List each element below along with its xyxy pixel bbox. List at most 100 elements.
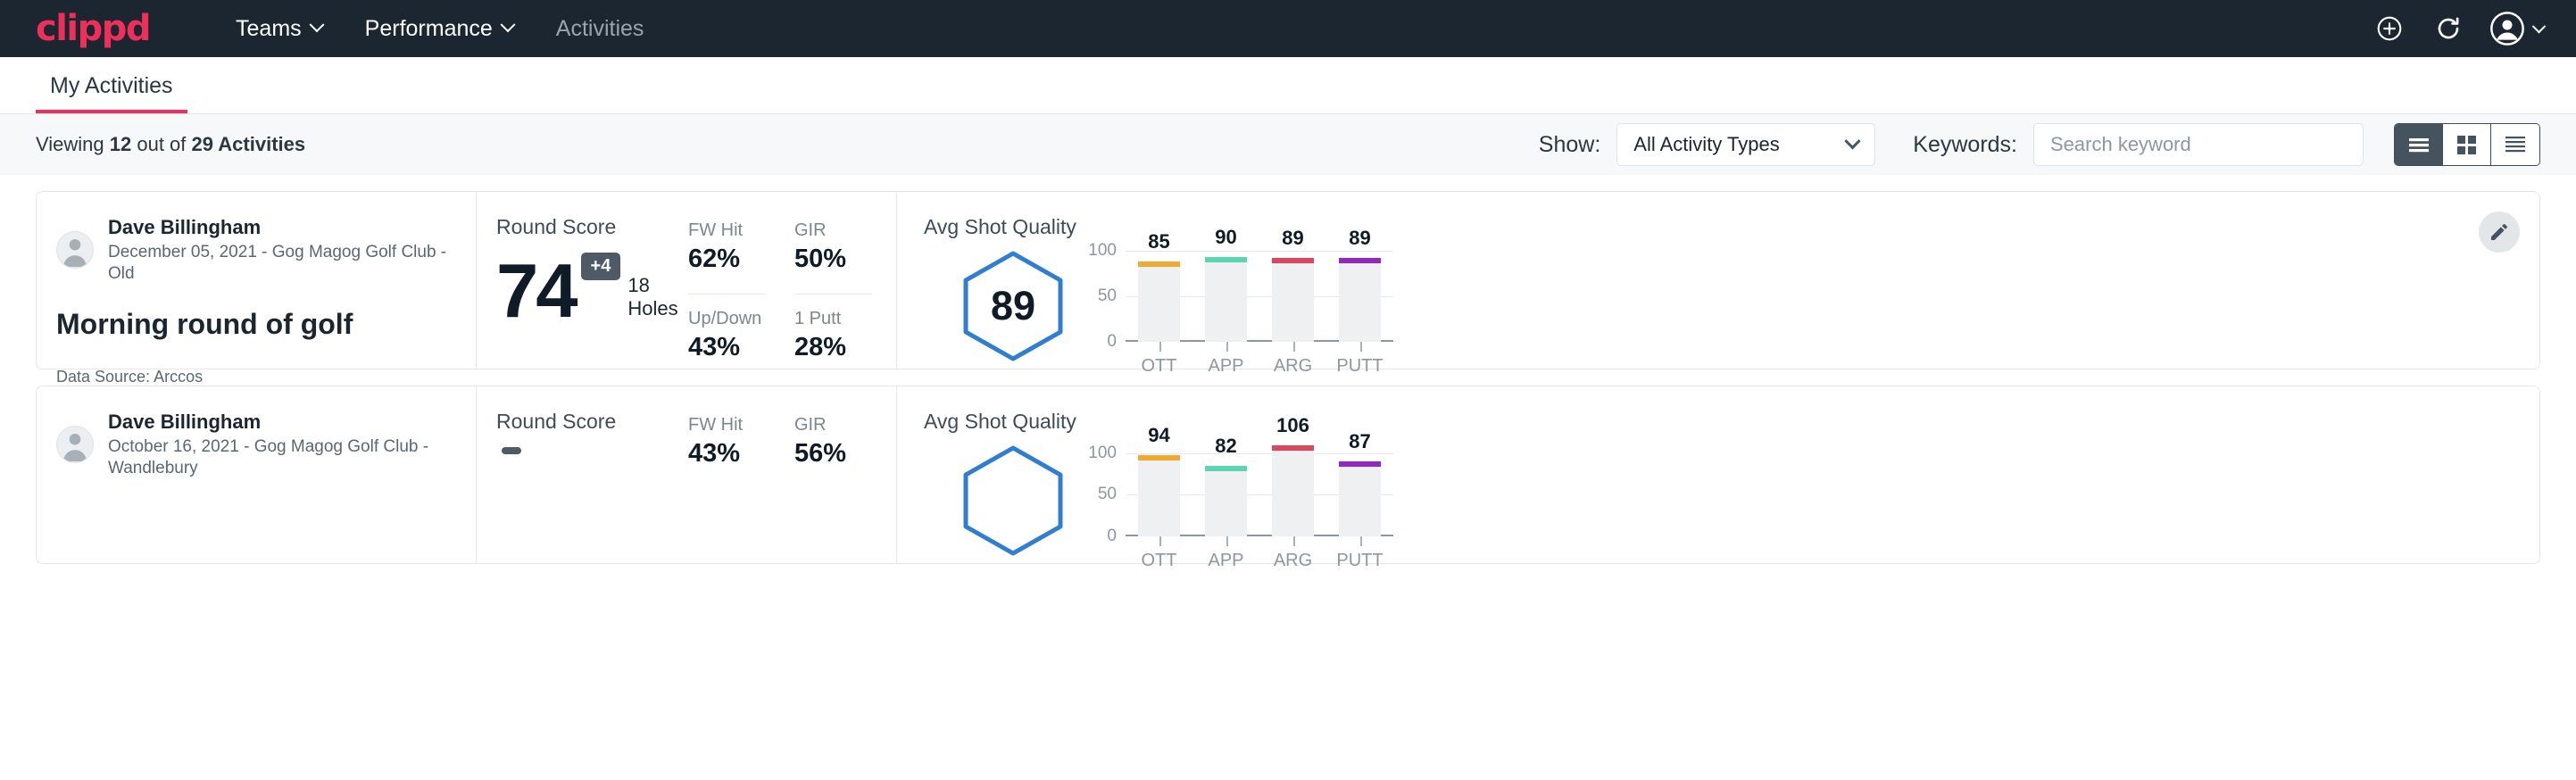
- chart-bar-value-label: 94: [1138, 424, 1180, 447]
- chart-x-tick: [1159, 342, 1161, 352]
- pencil-icon: [2489, 221, 2510, 243]
- chart-bar: [1272, 448, 1314, 535]
- chart-bar-cap: [1272, 258, 1314, 263]
- activity-type-select[interactable]: All Activity Types: [1616, 123, 1875, 166]
- activity-list: Dave Billingham December 05, 2021 - Gog …: [0, 191, 2576, 564]
- score-differential-badge: [502, 447, 521, 454]
- chart-y-tick-label: 100: [1088, 444, 1126, 463]
- chart-x-tick: [1360, 342, 1362, 352]
- stat-up-down-value: 43%: [688, 334, 766, 362]
- chevron-down-icon: [2532, 19, 2547, 33]
- view-toggle-grid[interactable]: [2443, 124, 2491, 165]
- view-toggle-compact[interactable]: [2491, 124, 2539, 165]
- round-score-section: Round Score 74 +4 18 Holes FW Hit 62% GI…: [477, 192, 896, 369]
- chart-bar-cap: [1272, 445, 1314, 451]
- activity-meta: December 05, 2021 - Gog Magog Golf Club …: [108, 242, 476, 286]
- nav-item-activities-label: Activities: [556, 0, 644, 57]
- chart-bar-cap: [1205, 257, 1247, 262]
- chart-bar: [1205, 260, 1247, 342]
- filter-controls: Show: All Activity Types Keywords:: [1539, 123, 2540, 166]
- round-score-label: Round Score: [496, 215, 688, 240]
- chart-x-tick-label: OTT: [1126, 551, 1192, 571]
- chart-bar-value-label: 106: [1272, 414, 1314, 437]
- chart-y-tick-label: 50: [1098, 286, 1126, 306]
- activity-card[interactable]: Dave Billingham December 05, 2021 - Gog …: [36, 191, 2540, 369]
- chart-x-tick-label: APP: [1192, 356, 1259, 377]
- activity-type-select-value: All Activity Types: [1633, 133, 1779, 156]
- stat-fw-hit: FW Hit 43%: [688, 411, 766, 563]
- account-menu[interactable]: [2489, 11, 2544, 46]
- stat-gir: GIR 50%: [794, 217, 872, 281]
- search-field-wrapper[interactable]: [2033, 123, 2364, 166]
- chart-bar: [1272, 261, 1314, 342]
- view-mode-toggle-group: [2394, 123, 2540, 166]
- edit-activity-button[interactable]: [2479, 212, 2520, 253]
- stat-fw-hit-value: 62%: [688, 245, 766, 274]
- chart-bar-value-label: 89: [1339, 227, 1381, 250]
- stat-up-down: Up/Down 43%: [688, 294, 766, 369]
- chart-x-tick: [1293, 536, 1295, 546]
- chevron-down-icon: [309, 17, 324, 32]
- holes-played: 18 Holes: [627, 274, 688, 326]
- round-stats-grid: FW Hit 62% GIR 50% Up/Down 43% 1 Putt 28…: [688, 217, 872, 369]
- list-view-icon: [2407, 136, 2431, 154]
- chart-bar-cap: [1339, 461, 1381, 467]
- tab-my-activities[interactable]: My Activities: [36, 75, 187, 113]
- top-navigation-bar: clippd Teams Performance Activities: [0, 0, 2576, 57]
- activity-identity: Dave Billingham December 05, 2021 - Gog …: [37, 192, 476, 369]
- activity-card[interactable]: Dave Billingham October 16, 2021 - Gog M…: [36, 386, 2540, 564]
- chart-y-tick-label: 100: [1088, 241, 1126, 261]
- chart-bar-value-label: 89: [1272, 227, 1314, 250]
- nav-item-activities[interactable]: Activities: [535, 0, 666, 57]
- view-toggle-list[interactable]: [2395, 124, 2443, 165]
- round-stats-grid: FW Hit 43% GIR 56%: [688, 411, 872, 563]
- activity-data-source: Data Source: Arccos: [56, 368, 476, 386]
- round-score-value-row: 74 +4 18 Holes: [496, 258, 688, 327]
- stat-up-down-label: Up/Down: [688, 307, 766, 330]
- player-name: Dave Billingham: [108, 410, 476, 435]
- stat-gir: GIR 56%: [794, 411, 872, 563]
- chart-x-tick-label: APP: [1192, 551, 1259, 571]
- chart-x-tick: [1226, 536, 1228, 546]
- activity-meta: October 16, 2021 - Gog Magog Golf Club -…: [108, 436, 476, 480]
- compact-view-icon: [2504, 135, 2527, 154]
- activity-identity: Dave Billingham October 16, 2021 - Gog M…: [37, 386, 476, 563]
- stat-gir-value: 50%: [794, 245, 872, 274]
- chart-y-tick-label: 0: [1107, 332, 1126, 352]
- stat-one-putt-label: 1 Putt: [794, 307, 872, 330]
- chart-x-tick-label: ARG: [1259, 551, 1326, 571]
- quality-hexagon: 89: [924, 245, 1102, 363]
- chart-bar: [1339, 261, 1381, 342]
- avatar: [56, 231, 94, 269]
- chart-bar: [1205, 469, 1247, 536]
- quality-hexagon: [924, 440, 1102, 558]
- chart-bar-value-label: 90: [1205, 226, 1247, 249]
- stat-gir-label: GIR: [794, 219, 872, 242]
- viewing-middle: out of: [131, 133, 191, 155]
- refresh-icon[interactable]: [2431, 11, 2466, 46]
- chart-x-tick: [1293, 342, 1295, 352]
- stat-gir-value: 56%: [794, 440, 872, 469]
- round-score-section: Round Score FW Hit 43% GIR 56%: [477, 386, 896, 563]
- nav-item-performance[interactable]: Performance: [344, 0, 535, 57]
- nav-item-teams[interactable]: Teams: [214, 0, 344, 57]
- search-input[interactable]: [2050, 133, 2347, 156]
- score-differential-badge: +4: [581, 253, 621, 280]
- chevron-down-icon: [1845, 133, 1861, 149]
- chart-x-tick-label: PUTT: [1326, 551, 1393, 571]
- player-row: Dave Billingham December 05, 2021 - Gog …: [56, 215, 476, 286]
- chart-x-tick-label: ARG: [1259, 356, 1326, 377]
- chart-x-tick-label: OTT: [1126, 356, 1192, 377]
- plus-circle-icon[interactable]: [2372, 11, 2407, 46]
- stat-gir-label: GIR: [794, 413, 872, 436]
- stat-one-putt-value: 28%: [794, 334, 872, 362]
- clippd-logo[interactable]: clippd: [36, 11, 150, 46]
- activity-title: Morning round of golf: [56, 309, 476, 340]
- filter-toolbar: Viewing 12 out of 29 Activities Show: Al…: [0, 114, 2576, 175]
- account-circle-icon[interactable]: [2489, 11, 2525, 46]
- chart-x-tick: [1360, 536, 1362, 546]
- round-score-value: 74: [496, 258, 576, 327]
- chart-bar-value-label: 85: [1138, 230, 1180, 253]
- avatar: [56, 426, 94, 463]
- stat-one-putt: 1 Putt 28%: [794, 294, 872, 369]
